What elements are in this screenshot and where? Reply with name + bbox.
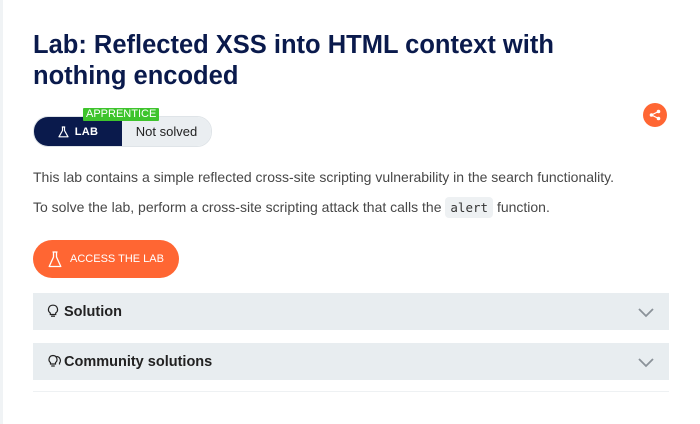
solution-label: Solution [64,303,122,320]
lab-description: This lab contains a simple reflected cro… [33,169,614,185]
community-solutions-accordion[interactable]: Community solutions [33,343,669,380]
objective-text-before: To solve the lab, perform a cross-site s… [33,199,442,215]
page-edge-rule [0,0,3,424]
access-lab-label: ACCESS THE LAB [70,253,164,265]
flask-icon [48,250,62,267]
share-icon [649,109,661,121]
chevron-down-icon [638,357,654,367]
chevron-down-icon [638,307,654,317]
access-lab-button[interactable]: ACCESS THE LAB [33,240,179,278]
objective-text-after: function. [496,199,550,215]
status-badge: Not solved [122,117,211,146]
flask-icon [58,125,69,137]
lightbulb-icon [47,304,63,320]
alert-code: alert [445,197,494,218]
page-title: Lab: Reflected XSS into HTML context wit… [33,31,554,90]
community-lightbulb-icon [47,354,63,370]
share-button[interactable] [643,103,667,127]
solution-accordion[interactable]: Solution [33,293,669,330]
lab-type-label: LAB [74,125,99,138]
level-badge: APPRENTICE [83,108,160,121]
lab-objective: To solve the lab, perform a cross-site s… [33,197,550,218]
lab-type-badge: LAB [34,117,122,146]
community-solutions-label: Community solutions [64,353,213,370]
lab-status-widget: APPRENTICE LAB Not solved [33,108,212,147]
section-divider [33,391,669,392]
